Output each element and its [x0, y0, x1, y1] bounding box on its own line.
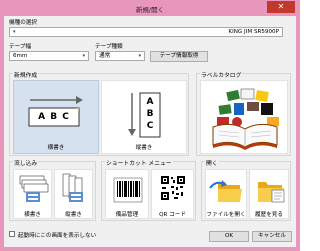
vertical-letter: B	[146, 109, 154, 119]
open-label: 開く	[205, 158, 219, 167]
equipment-tile[interactable]: 備品管理	[105, 169, 149, 219]
tape-width-value: 6mm	[13, 53, 28, 59]
pour-vertical-icon	[62, 173, 83, 202]
new-horizontal-tile[interactable]: A B C 横書き	[13, 80, 99, 154]
tape-type-label: テープ種類	[95, 44, 123, 50]
pour-horizontal-tile[interactable]: 横書き	[13, 169, 52, 219]
qr-code-caption: QR コード	[159, 212, 186, 218]
startup-checkbox-label: 起動時にこの画面を表示しない	[18, 233, 97, 239]
qr-code-tile[interactable]: QR コード	[151, 169, 194, 219]
folder-open-icon	[209, 180, 242, 202]
ok-button[interactable]: OK	[209, 231, 249, 242]
get-tape-info-button[interactable]: テープ情報取得	[150, 51, 208, 62]
history-tile[interactable]: 履歴を見る	[249, 169, 289, 219]
chevron-down-icon: ▾	[138, 53, 141, 59]
tape-type-value: 通常	[99, 53, 111, 59]
chevron-down-icon: ▾	[13, 29, 16, 35]
dialog-body: 機種の選択 ▾ KING JIM SR5900P テープ幅 6mm ▾ テープ種…	[4, 16, 296, 247]
cancel-button[interactable]: キャンセル	[252, 231, 292, 242]
label-catalog-book-icon	[212, 88, 279, 150]
tape-width-select[interactable]: 6mm ▾	[9, 51, 89, 61]
vertical-sample-text: A B C	[140, 96, 160, 132]
history-caption: 履歴を見る	[255, 212, 283, 218]
horizontal-label-icon	[28, 96, 83, 127]
horizontal-sample-text: A B C	[38, 112, 70, 122]
pour-horizontal-icon	[19, 175, 49, 202]
file-open-tile[interactable]: ファイルを開く	[205, 169, 247, 219]
qr-code-icon	[161, 176, 185, 200]
tape-width-label: テープ幅	[9, 44, 32, 50]
new-vertical-tile[interactable]: A B C 縦書き	[101, 80, 187, 154]
pour-vertical-caption: 縦書き	[65, 212, 82, 218]
pour-label: 流し込み	[13, 158, 39, 167]
new-vertical-caption: 縦書き	[135, 145, 153, 151]
shortcut-label: ショートカット メニュー	[105, 158, 173, 167]
label-catalog-label: ラベルカタログ	[200, 70, 243, 79]
vertical-letter: A	[146, 97, 154, 107]
startup-checkbox[interactable]	[9, 231, 15, 237]
title-bar: 新規/開く ✕	[0, 0, 300, 16]
printer-select[interactable]: ▾ KING JIM SR5900P	[9, 27, 283, 37]
printer-label: 機種の選択	[9, 20, 37, 26]
new-create-label: 新規作成	[13, 70, 39, 79]
dialog-window: 新規/開く ✕ 機種の選択 ▾ KING JIM SR5900P テープ幅 6m…	[0, 0, 300, 251]
window-title: 新規/開く	[135, 6, 165, 14]
label-catalog-tile[interactable]	[200, 80, 288, 154]
pour-horizontal-caption: 横書き	[24, 212, 41, 218]
printer-value: KING JIM SR5900P	[228, 29, 279, 35]
close-button[interactable]: ✕	[267, 1, 295, 13]
vertical-letter: C	[146, 121, 154, 131]
tape-type-select[interactable]: 通常 ▾	[95, 51, 145, 61]
chevron-down-icon: ▾	[82, 53, 85, 59]
pour-vertical-tile[interactable]: 縦書き	[54, 169, 93, 219]
equipment-caption: 備品管理	[115, 212, 139, 218]
barcode-icon	[113, 177, 143, 203]
file-open-caption: ファイルを開く	[206, 212, 246, 218]
new-horizontal-caption: 横書き	[47, 145, 65, 151]
history-icon	[258, 182, 285, 203]
